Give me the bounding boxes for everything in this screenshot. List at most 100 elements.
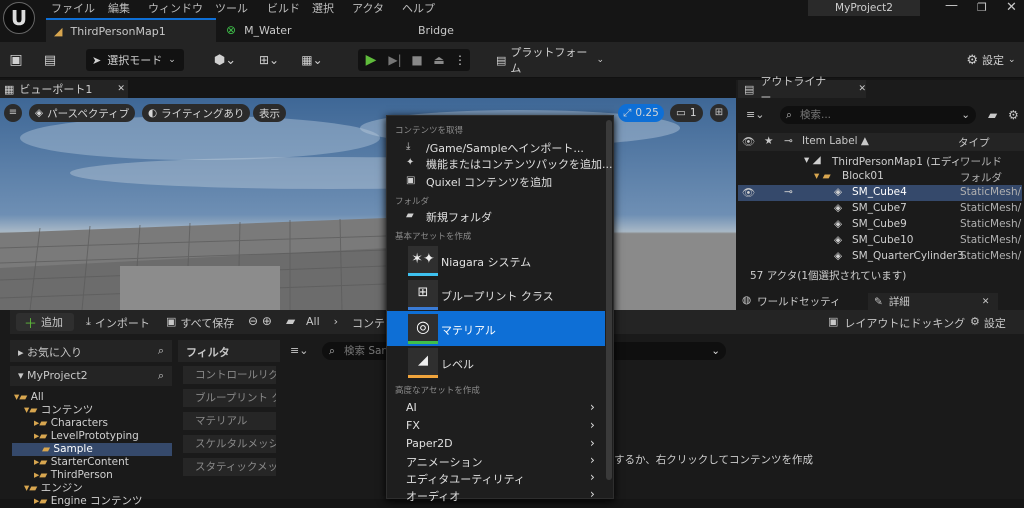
step-icon[interactable]: ▶|	[386, 51, 404, 69]
show-button[interactable]: 表示	[253, 104, 286, 122]
scale-snap-button[interactable]: ⤢ 0.25	[618, 104, 664, 122]
filter-dropdown[interactable]: ≡⌄	[746, 108, 764, 121]
pin-icon[interactable]: ⊸	[784, 186, 793, 198]
outliner-row[interactable]: ▾ ▰ Block01 フォルダ	[738, 169, 1022, 185]
close-window-button[interactable]: ✕	[1006, 0, 1017, 15]
tree-sample-selected[interactable]: ▰ Sample	[12, 443, 172, 456]
world-settings-tab[interactable]: ◍ ワールドセッティ	[742, 294, 866, 310]
blueprint-icon[interactable]: ⊞⌄	[254, 50, 284, 70]
project-header[interactable]: ▾ MyProject2 ⌕	[10, 366, 172, 386]
outliner-row[interactable]: ◈ SM_QuarterCylinder3 StaticMesh/	[738, 249, 1022, 265]
menu-editor-utility[interactable]: エディタユーティリティ	[406, 471, 525, 487]
pin-icon[interactable]: ⊸	[784, 135, 793, 147]
breadcrumb-all[interactable]: All	[306, 315, 320, 331]
menu-tools[interactable]: ツール	[215, 0, 248, 16]
camera-speed-button[interactable]: ▭ 1	[670, 104, 703, 122]
viewport-menu-button[interactable]: ≡	[4, 104, 22, 122]
cb-filter-dropdown[interactable]: ≡⌄	[290, 344, 308, 357]
menu-add-quixel[interactable]: Quixel コンテンツを追加	[426, 174, 552, 190]
cinematics-icon[interactable]: ▦⌄	[297, 50, 327, 70]
tab-thirdpersonmap1[interactable]: ◢ ThirdPersonMap1	[46, 18, 216, 42]
menu-level[interactable]: レベル	[441, 356, 474, 372]
layout-button[interactable]: ⊞	[710, 104, 728, 122]
search-icon[interactable]: ⌕	[158, 369, 164, 383]
outliner-settings-icon[interactable]: ⚙	[1008, 108, 1019, 122]
cb-settings-button[interactable]: ⚙ 設定	[970, 315, 1006, 331]
dock-layout-button[interactable]: ▣ レイアウトにドッキング	[828, 315, 965, 331]
menu-add-feature-pack[interactable]: 機能またはコンテンツパックを追加...	[426, 156, 613, 172]
column-item-label[interactable]: Item Label ▲	[802, 135, 869, 147]
favorites-header[interactable]: ▸ お気に入り ⌕	[10, 340, 172, 362]
platforms-dropdown[interactable]: ▤ プラットフォーム ⌄	[496, 46, 604, 75]
outliner-row[interactable]: ◈ SM_Cube9 StaticMesh/	[738, 217, 1022, 233]
filter-item[interactable]: スタティックメッシ	[183, 458, 276, 476]
tree-engine[interactable]: ▾▰ エンジン	[24, 482, 83, 495]
details-tab[interactable]: ✎ 詳細 ✕	[868, 293, 998, 310]
unreal-logo[interactable]: U	[3, 2, 35, 34]
add-button[interactable]: ＋ 追加	[16, 313, 74, 332]
content-browser-icon[interactable]: ▤	[40, 50, 60, 70]
menu-audio[interactable]: オーディオ	[406, 488, 460, 504]
close-icon[interactable]: ✕	[858, 84, 866, 94]
tree-all[interactable]: ▾▰ All	[14, 391, 44, 404]
menu-fx[interactable]: FX	[406, 419, 420, 432]
tab-m-water[interactable]: ⊗ M_Water	[226, 18, 292, 42]
tab-bridge[interactable]: Bridge	[418, 18, 454, 42]
eject-icon[interactable]: ⏏	[430, 51, 448, 69]
tree-levelprototyping[interactable]: ▸▰ LevelPrototyping	[34, 430, 139, 443]
breadcrumb[interactable]: All › コンテン	[306, 315, 396, 331]
save-icon[interactable]: ▣	[6, 50, 26, 70]
filter-item[interactable]: ブループリント ク	[183, 389, 276, 407]
close-icon[interactable]: ✕	[117, 84, 125, 94]
visibility-icon[interactable]: 👁	[742, 135, 755, 148]
menu-select[interactable]: 選択	[312, 0, 334, 16]
save-all-button[interactable]: ▣ すべて保存	[166, 315, 234, 331]
menu-new-folder[interactable]: 新規フォルダ	[426, 209, 492, 225]
star-icon[interactable]: ★	[764, 135, 773, 147]
menu-niagara-system[interactable]: Niagara システム	[441, 254, 531, 270]
lighting-button[interactable]: ◐ ライティングあり	[142, 104, 251, 122]
menu-help[interactable]: ヘルプ	[402, 0, 435, 16]
outliner-row[interactable]: ◈ SM_Cube7 StaticMesh/	[738, 201, 1022, 217]
restore-button[interactable]: ❐	[977, 1, 987, 14]
tree-thirdperson[interactable]: ▸▰ ThirdPerson	[34, 469, 113, 482]
menu-material[interactable]: マテリアル	[441, 322, 496, 338]
menu-window[interactable]: ウィンドウ	[148, 0, 203, 16]
perspective-button[interactable]: ◈ パースペクティブ	[29, 104, 136, 122]
add-actor-icon[interactable]: ⬢⌄	[210, 50, 240, 70]
tree-content[interactable]: ▾▰ コンテンツ	[24, 404, 93, 417]
import-button[interactable]: ⤓ インポート	[86, 315, 150, 331]
menu-actor[interactable]: アクタ	[352, 0, 384, 16]
stop-icon[interactable]: ■	[408, 51, 426, 69]
filter-item[interactable]: マテリアル	[183, 412, 276, 430]
play-options-icon[interactable]: ⋮	[454, 51, 466, 69]
column-type[interactable]: タイプ	[958, 135, 990, 150]
menu-paper2d[interactable]: Paper2D	[406, 437, 453, 450]
outliner-row[interactable]: ▾ ◢ ThirdPersonMap1 (エディ ワールド	[738, 153, 1022, 169]
tree-characters[interactable]: ▸▰ Characters	[34, 417, 108, 430]
filter-item[interactable]: コントロールリグ	[183, 366, 276, 384]
viewport-tab[interactable]: ▦ ビューポート1 ✕	[0, 80, 128, 98]
search-icon[interactable]: ⌕	[158, 344, 164, 358]
close-icon[interactable]: ✕	[982, 297, 990, 307]
menu-blueprint-class[interactable]: ブループリント クラス	[441, 288, 554, 304]
filter-item[interactable]: スケルタルメッシ	[183, 435, 276, 453]
menu-build[interactable]: ビルド	[267, 0, 300, 16]
outliner-row[interactable]: ◈ SM_Cube10 StaticMesh/	[738, 233, 1022, 249]
tree-startercontent[interactable]: ▸▰ StarterContent	[34, 456, 129, 469]
settings-dropdown[interactable]: ⚙ 設定 ⌄	[962, 51, 1020, 69]
menu-scrollbar[interactable]	[606, 120, 612, 480]
menu-import-to-sample[interactable]: /Game/Sampleへインポート...	[426, 140, 584, 156]
menu-ai[interactable]: AI	[406, 401, 417, 414]
level-viewport[interactable]	[0, 98, 736, 310]
play-icon[interactable]: ▶	[362, 51, 380, 69]
menu-file[interactable]: ファイル	[51, 0, 95, 16]
tree-engine-content[interactable]: ▸▰ Engine コンテンツ	[34, 495, 143, 508]
add-folder-icon[interactable]: ▰	[988, 108, 997, 122]
outliner-tab[interactable]: ▤ アウトライナー ✕	[738, 75, 866, 104]
selection-mode-dropdown[interactable]: ➤ 選択モード ⌄	[86, 49, 184, 71]
menu-animation[interactable]: アニメーション	[406, 454, 483, 470]
minimize-button[interactable]: —	[945, 0, 958, 13]
visibility-icon[interactable]: 👁	[742, 186, 755, 199]
outliner-search-input[interactable]: ⌕ 検索... ⌄	[780, 106, 976, 124]
